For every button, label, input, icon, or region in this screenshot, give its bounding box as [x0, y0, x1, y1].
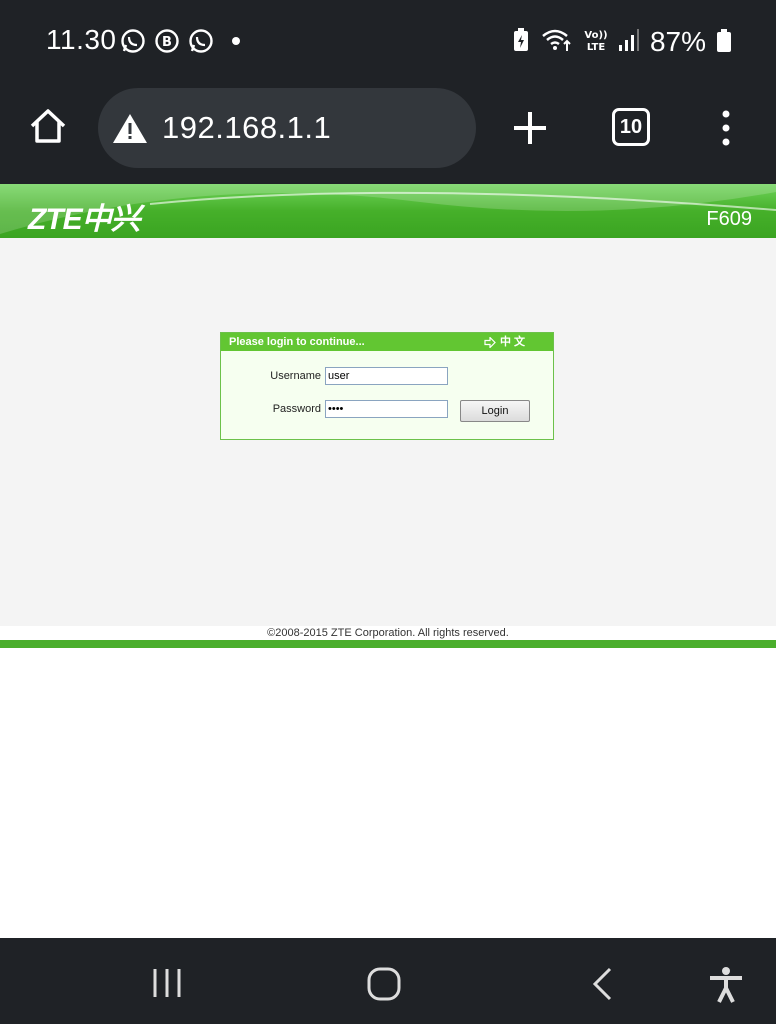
overflow-menu-button[interactable]: [716, 108, 736, 148]
url-text[interactable]: 192.168.1.1: [162, 110, 331, 146]
login-page-body: Please login to continue... 中 文 Username…: [0, 238, 776, 626]
status-time: 11.30: [46, 24, 117, 55]
password-label: Password: [272, 403, 321, 415]
login-panel-header: Please login to continue... 中 文: [221, 333, 553, 351]
wifi-icon: [540, 27, 574, 58]
accessibility-icon: [710, 967, 742, 1003]
zte-logo: ZTE中兴: [28, 203, 141, 236]
home-button[interactable]: [28, 106, 72, 150]
username-label: Username: [270, 370, 321, 382]
battery-saver-icon: [512, 27, 530, 58]
router-header: ZTE中兴 F609: [0, 184, 776, 238]
more-notifications-dot-icon: [232, 37, 240, 45]
login-button[interactable]: Login: [460, 400, 530, 422]
svg-text:LTE: LTE: [587, 42, 606, 53]
arrow-right-icon: [484, 336, 496, 348]
language-switch-link[interactable]: 中 文: [484, 333, 525, 351]
login-prompt: Please login to continue...: [229, 336, 365, 348]
address-bar[interactable]: 192.168.1.1: [98, 88, 476, 168]
recent-apps-button[interactable]: [150, 966, 184, 1005]
back-chevron-icon: [592, 967, 612, 1001]
footer-bar: [0, 640, 776, 648]
new-tab-button[interactable]: [510, 108, 550, 148]
copyright-text: ©2008-2015 ZTE Corporation. All rights r…: [267, 627, 509, 639]
whatsapp-icon: [120, 28, 146, 54]
home-icon: [30, 109, 66, 143]
home-nav-button[interactable]: [366, 966, 402, 1007]
tab-switcher-button[interactable]: 10: [612, 108, 650, 146]
signal-icon: [618, 28, 640, 57]
recent-apps-icon: [153, 969, 181, 997]
router-model: F609: [706, 208, 752, 230]
battery-icon: [716, 27, 732, 58]
more-vertical-icon: [722, 110, 730, 146]
volte-icon: Vo)) LTE: [584, 27, 608, 58]
browser-toolbar: 192.168.1.1 10: [0, 86, 776, 184]
notification-icons: B: [120, 28, 240, 54]
password-row: Password ••••: [221, 400, 448, 418]
not-secure-warning-icon: [113, 114, 147, 143]
password-input[interactable]: ••••: [325, 400, 448, 418]
language-label[interactable]: 中 文: [500, 333, 525, 351]
back-button[interactable]: [588, 966, 616, 1007]
username-input[interactable]: user: [325, 367, 448, 385]
navigation-bar: [0, 938, 776, 1024]
accessibility-button[interactable]: [706, 966, 746, 1009]
battery-percent: 87%: [649, 26, 706, 57]
status-bar: 11.30 B Vo)) LTE 87%: [0, 0, 776, 86]
login-panel: Please login to continue... 中 文 Username…: [220, 332, 554, 440]
system-icons: Vo)) LTE 87%: [512, 26, 732, 58]
plus-icon: [514, 112, 546, 144]
svg-text:Vo)): Vo)): [584, 30, 607, 41]
home-circle-icon: [367, 967, 401, 1001]
svg-text:B: B: [162, 35, 172, 50]
whatsapp-business-icon: B: [154, 28, 180, 54]
username-row: Username user: [221, 367, 448, 385]
whatsapp-icon: [188, 28, 214, 54]
